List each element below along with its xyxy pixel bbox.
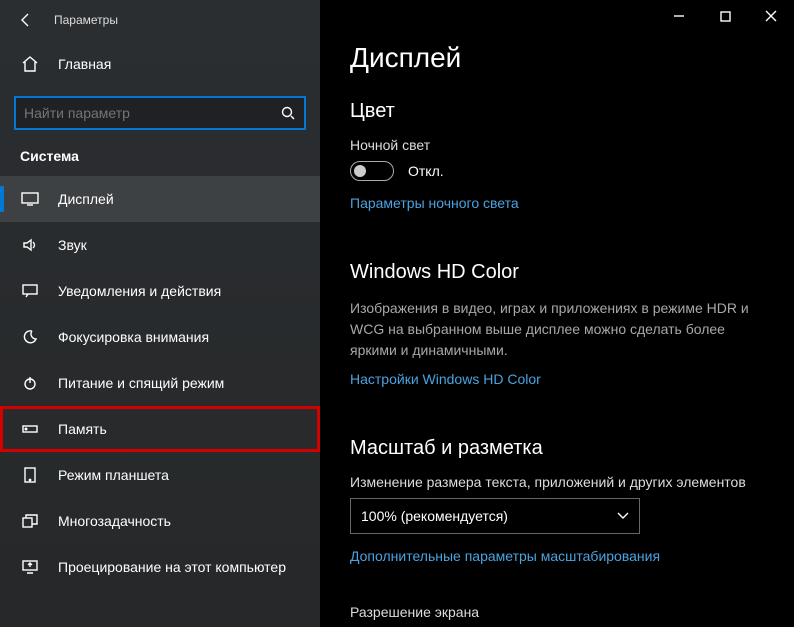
tablet-icon [20,465,40,485]
sidebar-item-label: Память [58,421,107,437]
sidebar-item-projecting[interactable]: Проецирование на этот компьютер [0,544,320,590]
minimize-icon [673,10,685,22]
close-icon [765,10,777,22]
multitask-icon [20,511,40,531]
sidebar-item-label: Многозадачность [58,513,171,529]
moon-icon [20,327,40,347]
section-heading-scale: Масштаб и разметка [350,437,764,460]
monitor-icon [20,189,40,209]
sidebar-item-tablet[interactable]: Режим планшета [0,452,320,498]
sidebar-item-label: Проецирование на этот компьютер [58,559,286,575]
search-input-container[interactable] [14,96,306,130]
sidebar-item-multitasking[interactable]: Многозадачность [0,498,320,544]
night-light-settings-link[interactable]: Параметры ночного света [350,195,519,211]
project-icon [20,557,40,577]
scale-label: Изменение размера текста, приложений и д… [350,474,764,490]
search-input[interactable] [24,105,280,121]
sidebar-item-label: Звук [58,237,87,253]
sidebar-item-storage[interactable]: Память [0,406,320,452]
sidebar-item-label: Питание и спящий режим [58,375,224,391]
advanced-scaling-link[interactable]: Дополнительные параметры масштабирования [350,548,660,564]
section-heading-color: Цвет [350,100,764,123]
speaker-icon [20,235,40,255]
page-title: Дисплей [350,42,764,74]
sidebar-item-display[interactable]: Дисплей [0,176,320,222]
sidebar-item-label: Фокусировка внимания [58,329,209,345]
night-light-toggle[interactable] [350,161,394,181]
back-button[interactable] [10,4,42,36]
hd-color-settings-link[interactable]: Настройки Windows HD Color [350,371,541,387]
home-label: Главная [58,56,111,72]
search-icon [280,105,296,121]
scale-select[interactable]: 100% (рекомендуется) [350,498,640,534]
sidebar-section-title: Система [0,148,320,176]
maximize-icon [720,11,731,22]
sidebar-item-power[interactable]: Питание и спящий режим [0,360,320,406]
minimize-button[interactable] [656,0,702,32]
sidebar-item-label: Дисплей [58,191,114,207]
sidebar-item-notifications[interactable]: Уведомления и действия [0,268,320,314]
power-icon [20,373,40,393]
sidebar-item-focus[interactable]: Фокусировка внимания [0,314,320,360]
sidebar-item-label: Режим планшета [58,467,169,483]
maximize-button[interactable] [702,0,748,32]
section-heading-hdcolor: Windows HD Color [350,261,764,284]
arrow-left-icon [18,12,34,28]
hd-color-description: Изображения в видео, играх и приложениях… [350,298,764,361]
toggle-state-label: Откл. [408,163,444,179]
window-title: Параметры [54,13,118,27]
sidebar-item-label: Уведомления и действия [58,283,221,299]
scale-select-value: 100% (рекомендуется) [361,508,508,524]
resolution-label: Разрешение экрана [350,604,764,620]
home-nav[interactable]: Главная [0,40,320,88]
home-icon [20,54,40,74]
storage-icon [20,419,40,439]
close-button[interactable] [748,0,794,32]
message-icon [20,281,40,301]
chevron-down-icon [617,512,629,520]
night-light-label: Ночной свет [350,137,764,153]
sidebar-item-sound[interactable]: Звук [0,222,320,268]
